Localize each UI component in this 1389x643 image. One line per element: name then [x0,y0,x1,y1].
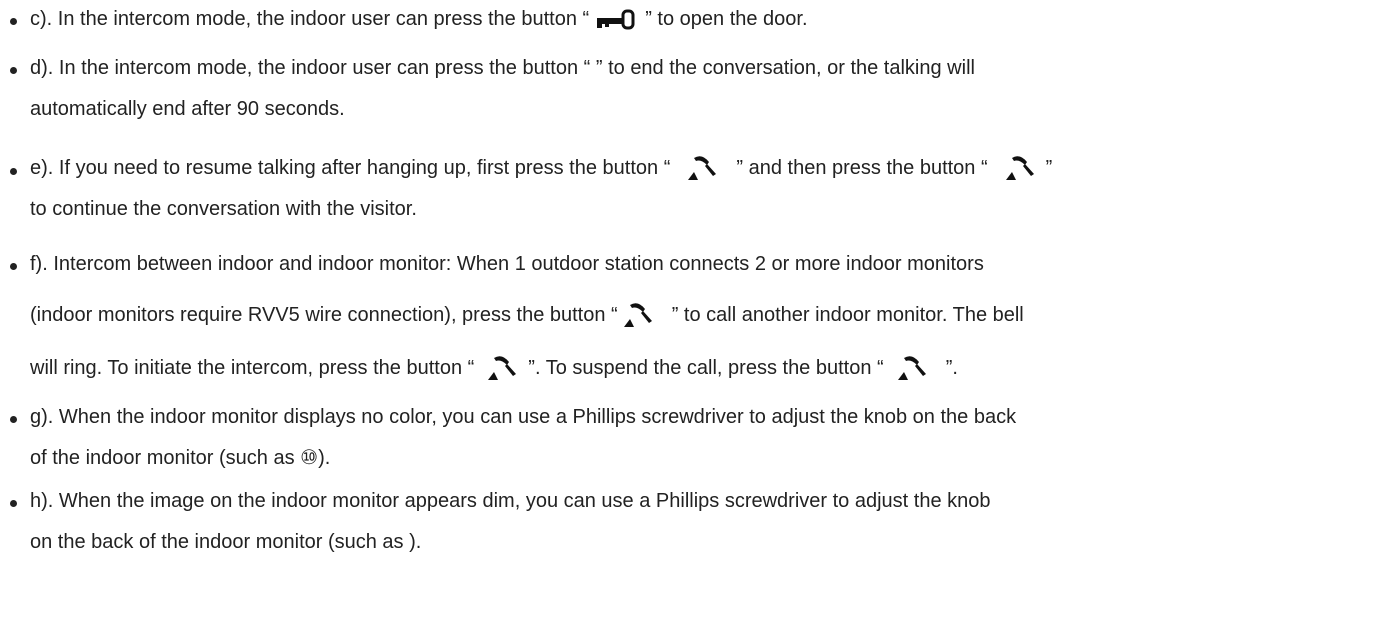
item-g-line-2: of the indoor monitor (such as ⑩). [30,447,331,469]
item-f-text-3a: will ring. To initiate the intercom, pre… [30,357,475,379]
handset-icon [896,352,930,386]
item-c-text-b: ” to open the door. [645,8,808,30]
item-c-line-1: c). In the intercom mode, the indoor use… [30,0,1385,38]
item-e-text-b: ” and then press the button “ [736,157,988,179]
bullet [10,67,17,74]
handset-icon [686,152,720,186]
item-e-line-1: e). If you need to resume talking after … [30,149,1385,187]
handset-icon [622,299,656,333]
bullet [10,263,17,270]
bullet [10,168,17,175]
item-g-line-1: g). When the indoor monitor displays no … [30,406,1017,428]
item-e-text-c: ” [1045,157,1053,179]
item-f-line-2: (indoor monitors require RVV5 wire conne… [30,296,1385,334]
item-f-line-3: will ring. To initiate the intercom, pre… [30,349,1385,387]
item-f-line-1: f). Intercom between indoor and indoor m… [30,253,984,275]
item-f-text-3b: ”. To suspend the call, press the button… [528,357,884,379]
bullet [10,500,17,507]
item-f-text-2a: (indoor monitors require RVV5 wire conne… [30,304,618,326]
item-c-text-a: c). In the intercom mode, the indoor use… [30,8,590,30]
item-f-text-2b: ” to call another indoor monitor. The be… [671,304,1024,326]
instruction-list: c). In the intercom mode, the indoor use… [0,0,1389,643]
item-d-line-2: automatically end after 90 seconds. [30,98,345,120]
item-h-line-2: on the back of the indoor monitor (such … [30,531,422,553]
item-e-text-a: e). If you need to resume talking after … [30,157,671,179]
bullet [10,18,17,25]
item-h-line-1: h). When the image on the indoor monitor… [30,490,991,512]
item-d-line-1: d). In the intercom mode, the indoor use… [30,57,975,79]
handset-icon [486,352,520,386]
key-icon [597,9,637,31]
item-e-line-2: to continue the conversation with the vi… [30,198,417,220]
handset-icon [1004,152,1038,186]
item-f-text-3c: ”. [945,357,958,379]
bullet [10,416,17,423]
